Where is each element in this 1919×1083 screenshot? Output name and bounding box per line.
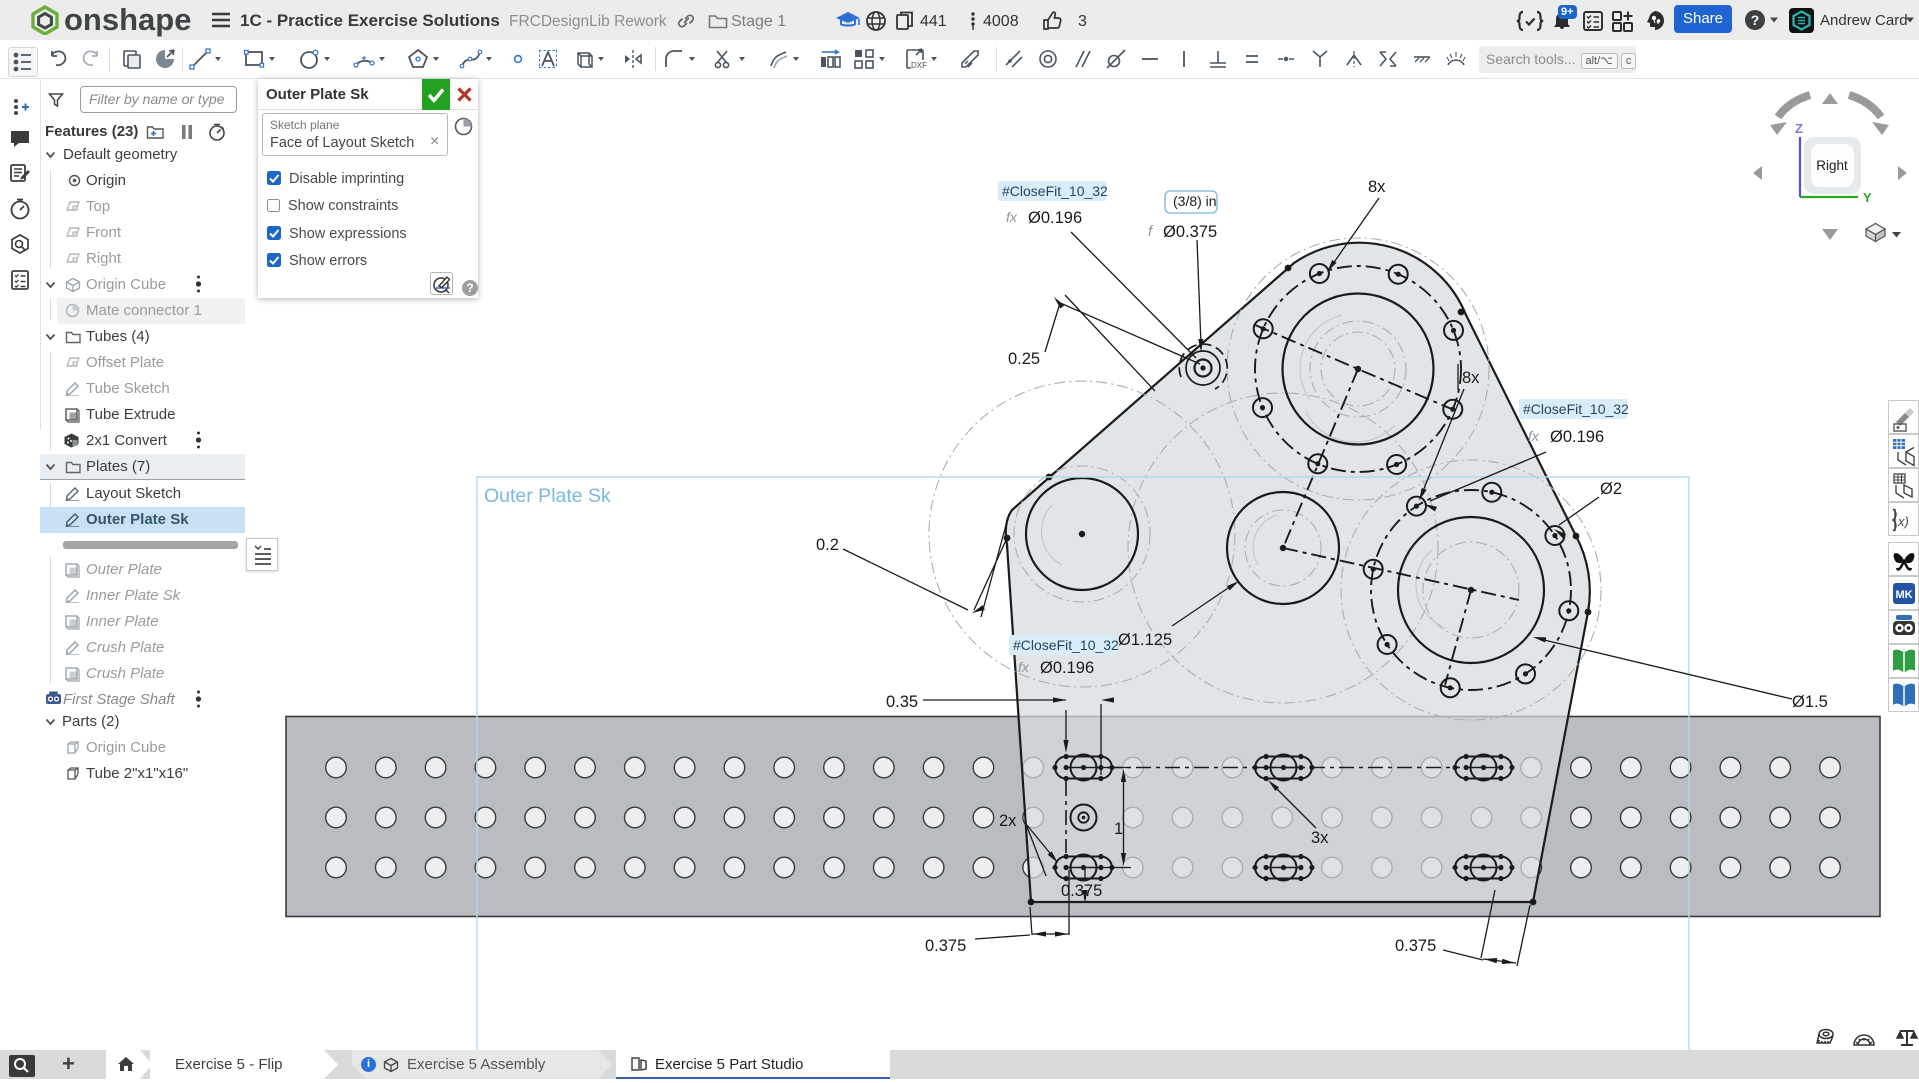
svg-text:0.2: 0.2 — [816, 536, 839, 554]
svg-text:DXF: DXF — [911, 61, 927, 70]
svg-text:Z: Z — [1795, 121, 1803, 136]
svg-text:Ø0.375: Ø0.375 — [1163, 223, 1217, 241]
svg-text:Ø2: Ø2 — [1600, 480, 1622, 498]
svg-text:0.25: 0.25 — [1008, 350, 1040, 368]
svg-text:8x: 8x — [1368, 178, 1386, 196]
svg-text:#CloseFit_10_32: #CloseFit_10_32 — [1002, 183, 1108, 199]
svg-text:0.375: 0.375 — [1061, 882, 1102, 900]
svg-text:fx: fx — [1528, 428, 1540, 444]
svg-text:8x: 8x — [1462, 369, 1480, 387]
svg-text:0.35: 0.35 — [886, 693, 918, 711]
svg-text:Y: Y — [1863, 190, 1872, 205]
svg-text:fx: fx — [1006, 209, 1018, 225]
svg-text:MK: MK — [1895, 589, 1912, 601]
svg-text:0.375: 0.375 — [1395, 937, 1436, 955]
svg-text:fx: fx — [1018, 659, 1030, 675]
svg-text:Ø1.5: Ø1.5 — [1792, 693, 1828, 711]
svg-text:Ø0.196: Ø0.196 — [1550, 428, 1604, 446]
svg-text:Ø1.125: Ø1.125 — [1118, 631, 1172, 649]
svg-text:0.375: 0.375 — [925, 937, 966, 955]
svg-text:Right: Right — [1816, 158, 1848, 173]
svg-text:#CloseFit_10_32: #CloseFit_10_32 — [1013, 637, 1119, 653]
svg-text:?: ? — [1751, 12, 1760, 28]
svg-text:Ø0.196: Ø0.196 — [1028, 209, 1082, 227]
svg-text:2x: 2x — [999, 812, 1017, 830]
svg-text:Ø0.196: Ø0.196 — [1040, 659, 1094, 677]
svg-text:Outer Plate Sk: Outer Plate Sk — [484, 485, 611, 507]
svg-text:#CloseFit_10_32: #CloseFit_10_32 — [1523, 401, 1629, 417]
svg-text:1: 1 — [1114, 820, 1123, 838]
svg-text:3x: 3x — [1311, 829, 1329, 847]
svg-text:(3/8) in: (3/8) in — [1173, 193, 1217, 209]
svg-text:x): x) — [1897, 514, 1909, 529]
